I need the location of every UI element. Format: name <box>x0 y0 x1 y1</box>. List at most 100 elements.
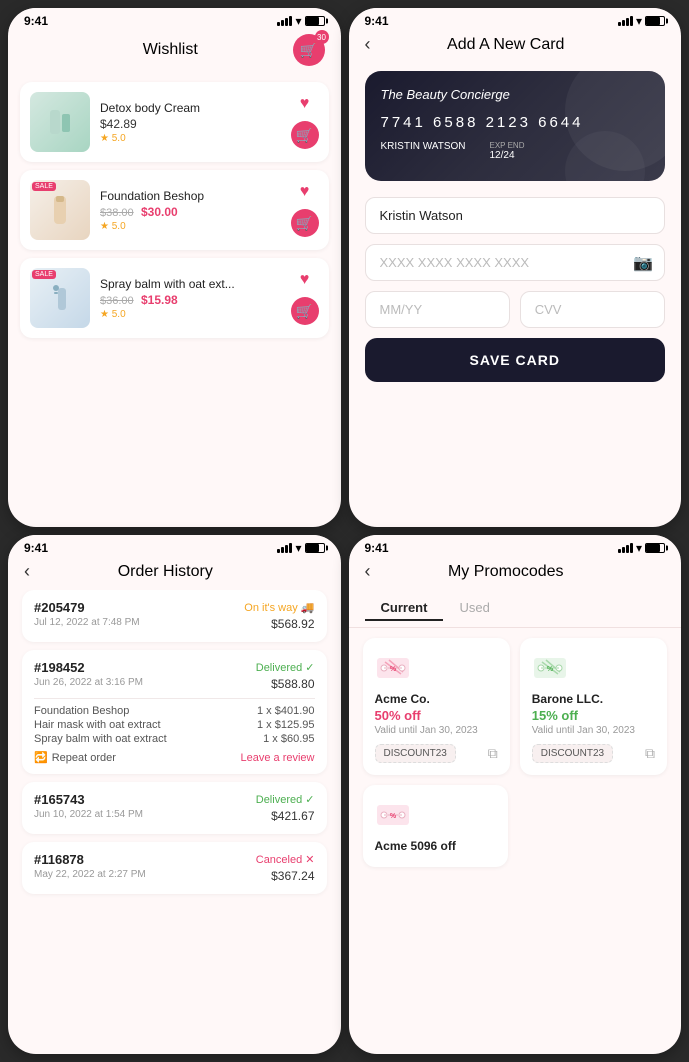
item-actions: ♥ 🛒 <box>291 95 319 149</box>
promo-ticket-icon: % <box>532 650 568 686</box>
card-brand: The Beauty Concierge <box>381 87 650 102</box>
wishlist-heart-button[interactable]: ♥ <box>300 95 310 113</box>
promo-valid: Valid until Jan 30, 2023 <box>375 725 498 736</box>
promo-card[interactable]: % Barone LLC. 15% off Valid until Jan 30… <box>520 638 667 775</box>
item-rating: ★ 5.0 <box>100 133 281 144</box>
leave-review-button[interactable]: Leave a review <box>241 752 315 764</box>
item-info: Detox body Cream $42.89 ★ 5.0 <box>100 101 281 144</box>
item-actions: ♥ 🛒 <box>291 183 319 237</box>
order-date: Jun 26, 2022 at 3:16 PM <box>34 677 143 688</box>
promo-company: Barone LLC. <box>532 692 655 706</box>
cart-button[interactable]: 🛒 30 <box>293 34 325 66</box>
wifi-icon-2: ▾ <box>636 14 642 28</box>
add-to-cart-button[interactable]: 🛒 <box>291 121 319 149</box>
partial-promo-section: % Acme 5096 off <box>349 785 682 877</box>
order-amount: $568.92 <box>271 617 314 632</box>
promo-code-row: DISCOUNT23 ⧉ <box>375 744 498 763</box>
save-card-button[interactable]: SAVE CARD <box>365 338 666 382</box>
tab-current[interactable]: Current <box>365 596 444 621</box>
copy-button[interactable]: ⧉ <box>488 745 498 762</box>
order-id: #205479 <box>34 600 85 615</box>
order-amount: $588.80 <box>271 677 314 692</box>
order-history-screen: 9:41 ▾ ‹ Order History #205479 On it's w… <box>8 535 341 1054</box>
signal-icon-4 <box>618 543 633 553</box>
tab-used[interactable]: Used <box>443 596 505 621</box>
item-price: $42.89 <box>100 117 281 131</box>
repeat-order-button[interactable]: 🔁 Repeat order <box>34 751 116 764</box>
order-header: #116878 Canceled ✕ <box>34 852 315 867</box>
status-bar-2: 9:41 ▾ <box>349 8 682 30</box>
promo-screen-header: ‹ My Promocodes <box>349 557 682 590</box>
svg-text:%: % <box>389 666 396 673</box>
card-number-field-wrap: 📷 <box>365 244 666 281</box>
add-to-cart-button[interactable]: 🛒 <box>291 209 319 237</box>
cardholder-name-input[interactable] <box>365 197 666 234</box>
order-status: Canceled ✕ <box>256 853 315 866</box>
product-image: SALE <box>30 180 90 240</box>
order-date: Jul 12, 2022 at 7:48 PM <box>34 617 140 628</box>
promo-card[interactable]: % Acme Co. 50% off Valid until Jan 30, 2… <box>363 638 510 775</box>
status-bar-1: 9:41 ▾ <box>8 8 341 30</box>
list-item: SALE Spray balm with oat ext... $36.00 $… <box>20 258 329 338</box>
status-time-3: 9:41 <box>24 541 48 555</box>
card-holder-name: KRISTIN WATSON <box>381 141 466 152</box>
promo-tabs: Current Used <box>349 590 682 628</box>
orders-screen-title: Order History <box>30 563 301 581</box>
copy-button[interactable]: ⧉ <box>645 745 655 762</box>
item-price: $38.00 $30.00 <box>100 205 281 219</box>
status-icons-4: ▾ <box>618 541 665 555</box>
credit-card-visual: The Beauty Concierge 7741 6588 2123 6644… <box>365 71 666 181</box>
order-line-item: Spray balm with oat extract 1 x $60.95 <box>34 733 315 745</box>
add-to-cart-button[interactable]: 🛒 <box>291 297 319 325</box>
wishlist-heart-button[interactable]: ♥ <box>300 183 310 201</box>
sale-badge: SALE <box>32 182 56 191</box>
order-line-item: Hair mask with oat extract 1 x $125.95 <box>34 719 315 731</box>
wifi-icon-4: ▾ <box>636 541 642 555</box>
orders-screen-header: ‹ Order History <box>8 557 341 590</box>
repeat-icon: 🔁 <box>34 751 48 764</box>
table-row[interactable]: #198452 Delivered ✓ Jun 26, 2022 at 3:16… <box>22 650 327 774</box>
wishlist-title: Wishlist <box>48 41 293 59</box>
cvv-input[interactable] <box>520 291 665 328</box>
expiry-cvv-row <box>365 291 666 328</box>
status-time-2: 9:41 <box>365 14 389 28</box>
table-row[interactable]: #205479 On it's way 🚚 Jul 12, 2022 at 7:… <box>22 590 327 642</box>
wifi-icon-3: ▾ <box>295 541 301 555</box>
partial-promo-card[interactable]: % Acme 5096 off <box>363 785 508 867</box>
expiry-input[interactable] <box>365 291 510 328</box>
promo-code: DISCOUNT23 <box>532 744 613 763</box>
status-bar-3: 9:41 ▾ <box>8 535 341 557</box>
promo-company: Acme Co. <box>375 692 498 706</box>
order-line-item: Foundation Beshop 1 x $401.90 <box>34 705 315 717</box>
card-number-input[interactable] <box>365 244 666 281</box>
battery-icon-1 <box>305 16 325 26</box>
wishlist-header: Wishlist 🛒 30 <box>8 30 341 74</box>
promocodes-screen: 9:41 ▾ ‹ My Promocodes Current Used <box>349 535 682 1054</box>
order-amount: $421.67 <box>271 809 314 824</box>
card-expiry: EXP END 12/24 <box>490 141 525 161</box>
order-status: Delivered ✓ <box>256 661 315 674</box>
order-header: #205479 On it's way 🚚 <box>34 600 315 615</box>
promo-ticket-icon: % <box>375 797 411 833</box>
order-amount: $367.24 <box>271 869 314 884</box>
promo-ticket-icon: % <box>375 650 411 686</box>
card-footer: KRISTIN WATSON EXP END 12/24 <box>381 141 650 161</box>
status-bar-4: 9:41 ▾ <box>349 535 682 557</box>
item-name: Spray balm with oat ext... <box>100 277 281 291</box>
status-icons-2: ▾ <box>618 14 665 28</box>
status-time-4: 9:41 <box>365 541 389 555</box>
wishlist-heart-button[interactable]: ♥ <box>300 271 310 289</box>
camera-icon: 📷 <box>633 253 653 273</box>
battery-icon-4 <box>645 543 665 553</box>
item-name: Foundation Beshop <box>100 189 281 203</box>
old-price: $36.00 <box>100 295 134 307</box>
status-icons-3: ▾ <box>277 541 324 555</box>
order-actions: 🔁 Repeat order Leave a review <box>34 751 315 764</box>
item-info: Spray balm with oat ext... $36.00 $15.98… <box>100 277 281 320</box>
table-row[interactable]: #165743 Delivered ✓ Jun 10, 2022 at 1:54… <box>22 782 327 834</box>
promo-discount: 50% off <box>375 708 498 723</box>
wishlist-screen: 9:41 ▾ Wishlist 🛒 30 Detox body Cream <box>8 8 341 527</box>
status-icons-1: ▾ <box>277 14 324 28</box>
promo-screen-title: My Promocodes <box>371 563 642 581</box>
table-row[interactable]: #116878 Canceled ✕ May 22, 2022 at 2:27 … <box>22 842 327 894</box>
